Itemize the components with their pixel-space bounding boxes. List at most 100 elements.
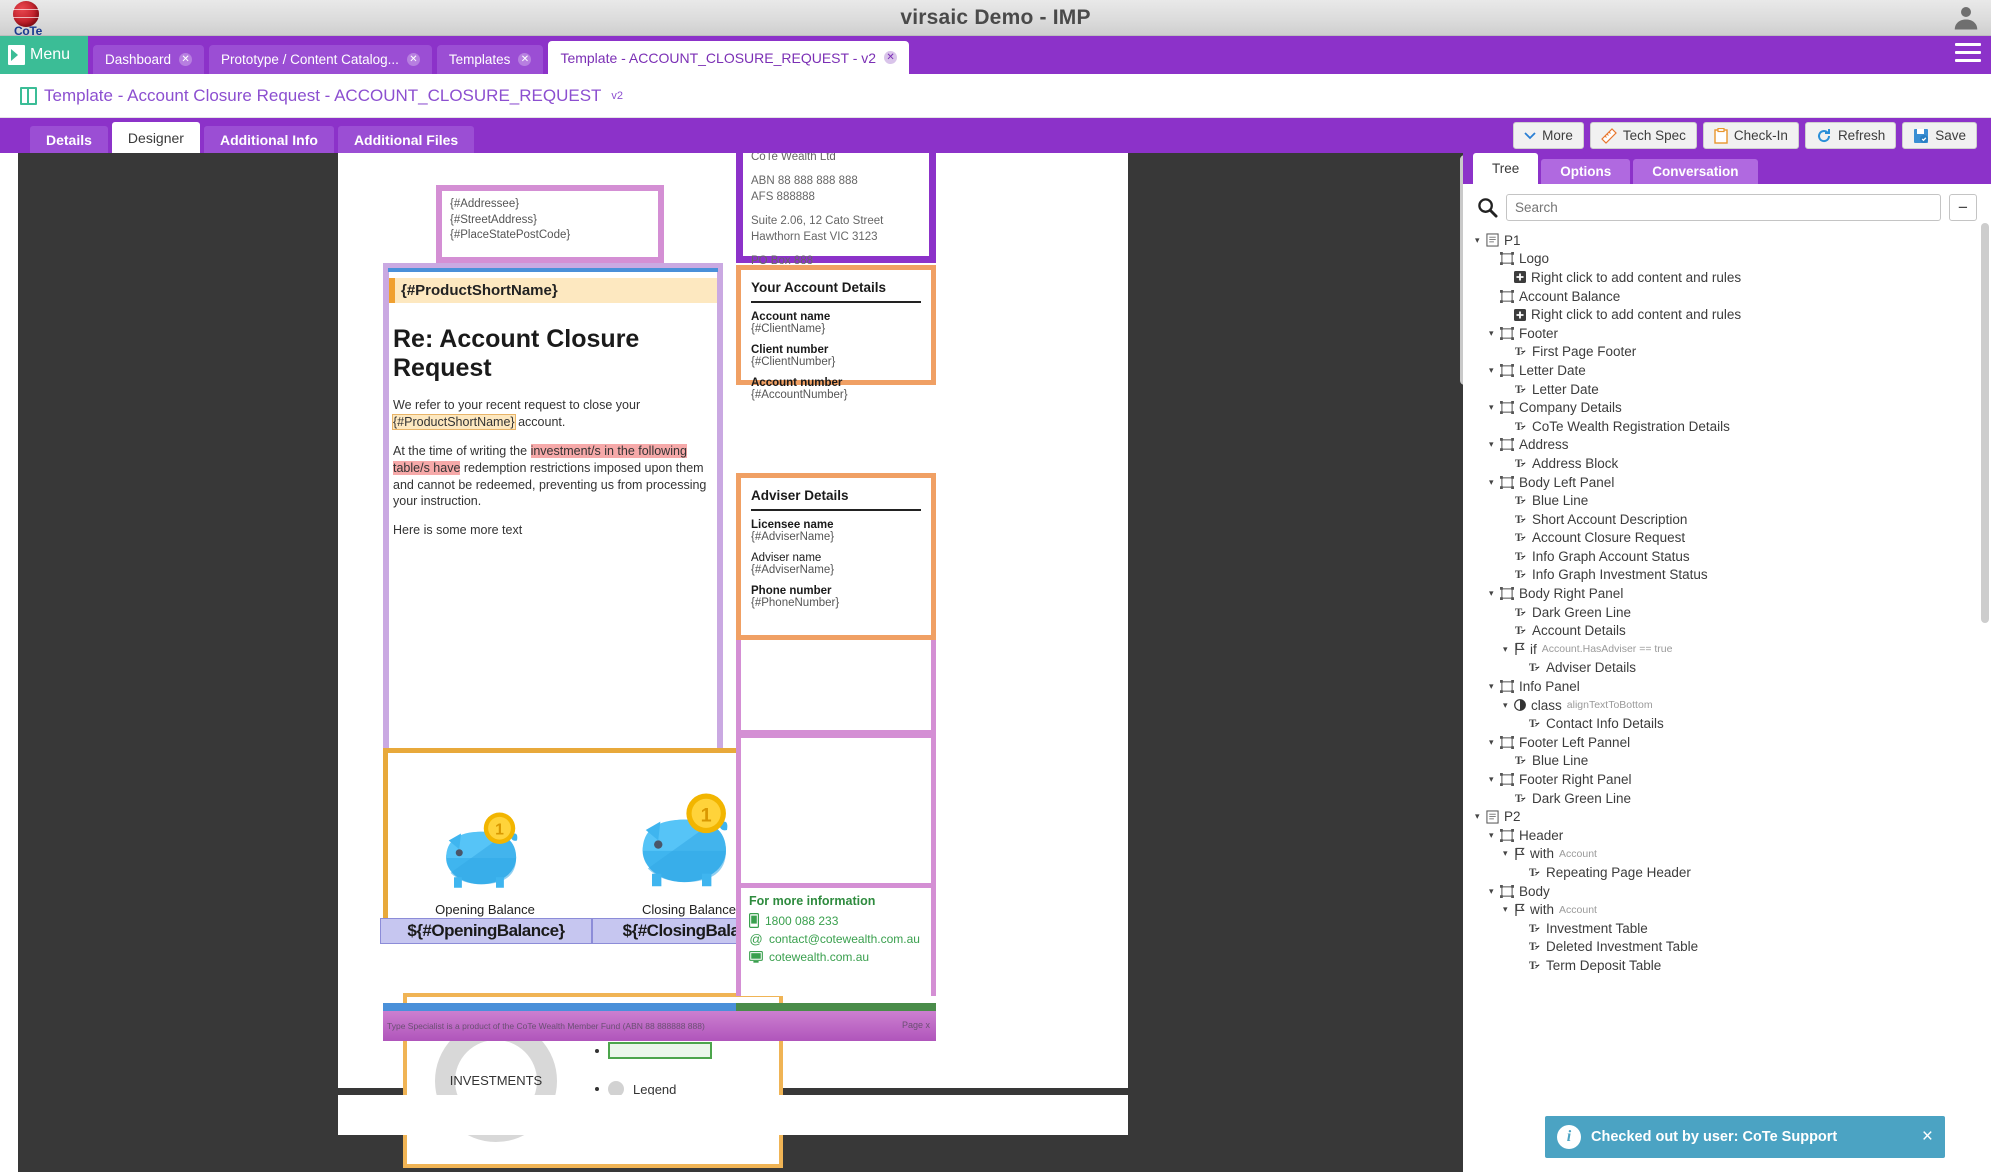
tree-node[interactable]: ▾TAdviser Details [1475, 659, 1991, 678]
designer-canvas[interactable]: CoTe Wealth Ltd ABN 88 888 888 888 AFS 8… [18, 153, 1481, 1172]
tree-node[interactable]: ▾ Footer [1475, 324, 1991, 343]
tree-node[interactable]: ▾TCoTe Wealth Registration Details [1475, 417, 1991, 436]
tree-expand-caret[interactable]: ▾ [1489, 365, 1500, 376]
tree-node[interactable]: ▾ Letter Date [1475, 361, 1991, 380]
collapse-all-button[interactable]: − [1949, 194, 1977, 221]
tree-node[interactable]: ▾TRepeating Page Header [1475, 863, 1991, 882]
tree-node[interactable]: ▾TAddress Block [1475, 454, 1991, 473]
body-left-panel[interactable]: {#ProductShortName} Re: Account Closure … [383, 263, 723, 803]
close-icon[interactable]: ✕ [884, 51, 898, 64]
browser-tab-templates[interactable]: Templates ✕ [436, 45, 544, 74]
tree-node[interactable]: ▾ Company Details [1475, 398, 1991, 417]
footer-right-panel[interactable]: Page x [736, 1011, 936, 1041]
document-page[interactable]: CoTe Wealth Ltd ABN 88 888 888 888 AFS 8… [338, 153, 1128, 1168]
tree-node[interactable]: ▾TDark Green Line [1475, 603, 1991, 622]
tree-node[interactable]: ▾ Address [1475, 436, 1991, 455]
tree-expand-caret[interactable]: ▾ [1489, 830, 1500, 841]
tab-additional-files[interactable]: Additional Files [337, 126, 475, 153]
hamburger-menu-icon[interactable] [1955, 43, 1981, 65]
tree-node[interactable]: ▾ with Account [1475, 845, 1991, 864]
tree-node[interactable]: ▾TBlue Line [1475, 752, 1991, 771]
close-icon[interactable]: × [1922, 1126, 1933, 1148]
search-icon[interactable] [1477, 197, 1498, 218]
floppy-disk-icon [1914, 128, 1929, 143]
contact-info-heading: For more information [749, 894, 876, 908]
tree-expand-caret[interactable]: ▾ [1489, 886, 1500, 897]
tree-node[interactable]: ▾ Header [1475, 826, 1991, 845]
tree-node[interactable]: ▾TDeleted Investment Table [1475, 938, 1991, 957]
tab-designer[interactable]: Designer [111, 122, 200, 153]
tree-node[interactable]: ▾ Footer Left Pannel [1475, 733, 1991, 752]
sidebar-scrollbar[interactable] [1981, 223, 1989, 623]
tree-expand-caret[interactable]: ▾ [1503, 644, 1514, 655]
tree-node[interactable]: ▾ Footer Right Panel [1475, 770, 1991, 789]
close-icon[interactable]: ✕ [518, 53, 532, 66]
address-block[interactable]: {#Addressee} {#StreetAddress} {#PlaceSta… [436, 185, 664, 263]
template-tree[interactable]: ▾P1▾Logo▾Right click to add content and … [1463, 229, 1991, 1129]
tech-spec-button[interactable]: Tech Spec [1589, 122, 1697, 149]
close-icon[interactable]: ✕ [406, 53, 420, 66]
more-button[interactable]: More [1513, 122, 1584, 149]
tree-expand-caret[interactable]: ▾ [1489, 477, 1500, 488]
tree-node[interactable]: ▾ Body [1475, 882, 1991, 901]
region-icon [1500, 326, 1514, 340]
tree-node[interactable]: ▾ class alignTextToBottom [1475, 696, 1991, 715]
account-details-block[interactable]: Your Account Details Account name {#Clie… [736, 265, 936, 401]
tree-node[interactable]: ▾ Info Panel [1475, 677, 1991, 696]
company-details-block[interactable]: CoTe Wealth Ltd ABN 88 888 888 888 AFS 8… [736, 153, 936, 284]
tree-node[interactable]: ▾ if Account.HasAdviser == true [1475, 640, 1991, 659]
tree-expand-caret[interactable]: ▾ [1475, 235, 1486, 246]
user-account-icon[interactable] [1951, 2, 1981, 32]
save-button[interactable]: Save [1902, 122, 1977, 149]
tree-node-label: Term Deposit Table [1546, 957, 1662, 973]
tree-node[interactable]: ▾TFirst Page Footer [1475, 343, 1991, 362]
tree-node[interactable]: ▾TAccount Details [1475, 621, 1991, 640]
tree-node[interactable]: ▾Right click to add content and rules [1475, 268, 1991, 287]
tab-tree[interactable]: Tree [1473, 153, 1539, 184]
close-icon[interactable]: ✕ [179, 53, 193, 66]
tree-node[interactable]: ▾Logo [1475, 250, 1991, 269]
tab-additional-info[interactable]: Additional Info [203, 126, 334, 153]
toast-notification[interactable]: i Checked out by user: CoTe Support × [1545, 1116, 1945, 1158]
check-in-button[interactable]: Check-In [1702, 122, 1799, 149]
browser-tab-prototype-content-catalog[interactable]: Prototype / Content Catalog... ✕ [209, 45, 432, 74]
adviser-details-block[interactable]: Adviser Details Licensee name {#AdviserN… [736, 473, 936, 640]
tree-node[interactable]: ▾TContact Info Details [1475, 714, 1991, 733]
tree-expand-caret[interactable]: ▾ [1489, 588, 1500, 599]
tab-details[interactable]: Details [30, 126, 108, 153]
tree-node[interactable]: ▾ Body Right Panel [1475, 584, 1991, 603]
tree-expand-caret[interactable]: ▾ [1489, 681, 1500, 692]
tab-conversation[interactable]: Conversation [1633, 159, 1758, 184]
tree-node[interactable]: ▾Right click to add content and rules [1475, 305, 1991, 324]
tree-expand-caret[interactable]: ▾ [1503, 700, 1514, 711]
browser-tab-dashboard[interactable]: Dashboard ✕ [93, 45, 205, 74]
tab-options[interactable]: Options [1541, 159, 1631, 184]
tree-expand-caret[interactable]: ▾ [1489, 737, 1500, 748]
tree-expand-caret[interactable]: ▾ [1503, 904, 1514, 915]
tree-node[interactable]: ▾TShort Account Description [1475, 510, 1991, 529]
contact-info-details[interactable]: For more information 1800 088 233 @ cont… [736, 888, 936, 996]
tree-node[interactable]: ▾TInfo Graph Investment Status [1475, 566, 1991, 585]
tree-expand-caret[interactable]: ▾ [1503, 848, 1514, 859]
tree-node[interactable]: ▾TInvestment Table [1475, 919, 1991, 938]
tree-node[interactable]: ▾Account Balance [1475, 287, 1991, 306]
refresh-button[interactable]: Refresh [1804, 122, 1897, 149]
tree-node[interactable]: ▾TAccount Closure Request [1475, 529, 1991, 548]
tree-node[interactable]: ▾ with Account [1475, 900, 1991, 919]
browser-tab-template-account-closure-request[interactable]: Template - ACCOUNT_CLOSURE_REQUEST - v2 … [548, 41, 910, 74]
tree-expand-caret[interactable]: ▾ [1489, 439, 1500, 450]
tree-node[interactable]: ▾ P1 [1475, 231, 1991, 250]
tree-node[interactable]: ▾ P2 [1475, 807, 1991, 826]
tree-expand-caret[interactable]: ▾ [1489, 402, 1500, 413]
tree-node[interactable]: ▾TDark Green Line [1475, 789, 1991, 808]
search-input[interactable] [1506, 194, 1941, 221]
tree-node[interactable]: ▾ Body Left Panel [1475, 473, 1991, 492]
tree-node[interactable]: ▾TLetter Date [1475, 380, 1991, 399]
tree-expand-caret[interactable]: ▾ [1489, 328, 1500, 339]
tree-node[interactable]: ▾TBlue Line [1475, 491, 1991, 510]
tree-expand-caret[interactable]: ▾ [1475, 811, 1486, 822]
tree-node[interactable]: ▾TTerm Deposit Table [1475, 956, 1991, 975]
tree-expand-caret[interactable]: ▾ [1489, 774, 1500, 785]
tree-node[interactable]: ▾TInfo Graph Account Status [1475, 547, 1991, 566]
place-state-postcode-line: {#PlaceStatePostCode} [450, 229, 571, 242]
